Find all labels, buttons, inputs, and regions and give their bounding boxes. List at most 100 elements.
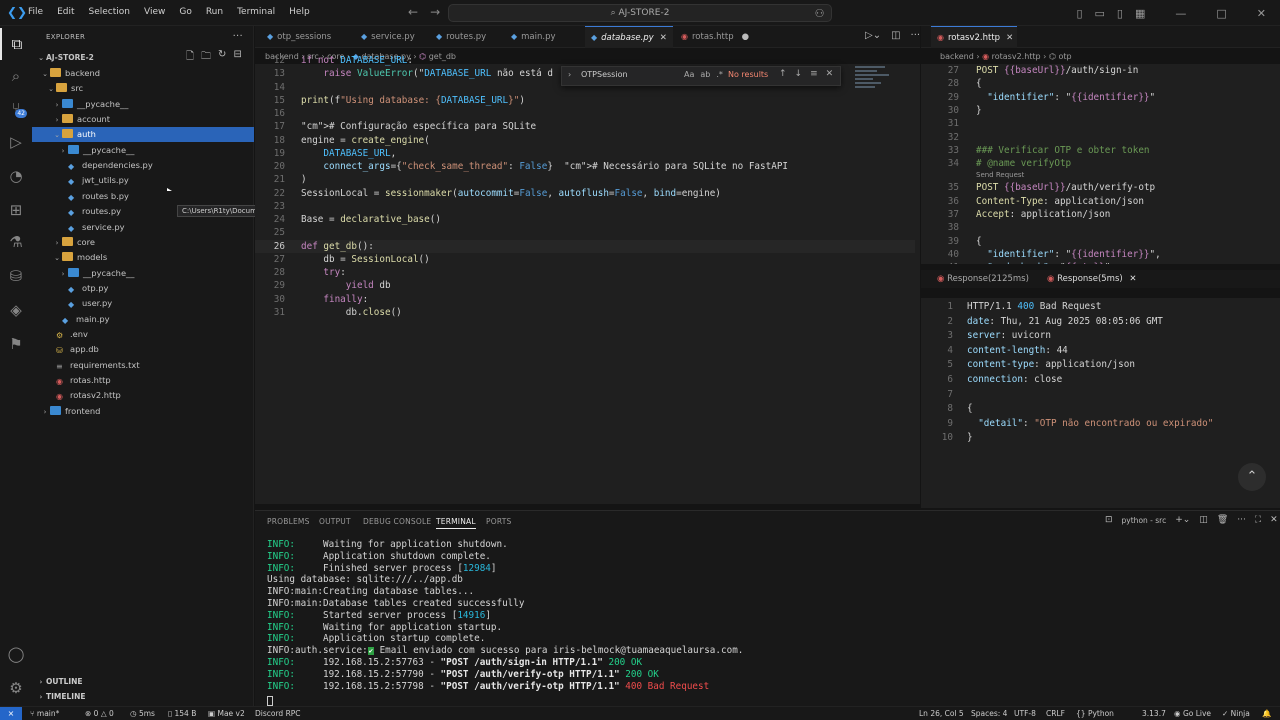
python-version-status[interactable]: 3.13.7 [1142, 707, 1166, 720]
http-line[interactable]: 32 [921, 131, 1280, 144]
eol-status[interactable]: CRLF [1046, 707, 1065, 720]
tree-folder[interactable]: › __pycache__ [32, 143, 254, 158]
branch-status[interactable]: ⑂ main* [30, 707, 59, 720]
run-debug-icon[interactable]: ▷ [0, 126, 32, 158]
outline-section[interactable]: › OUTLINE [32, 674, 254, 689]
tree-file[interactable]: ◆ otp.py [32, 281, 254, 296]
terminal-name[interactable]: python - src [1122, 516, 1167, 525]
remote-indicator-icon[interactable]: ⨯ [0, 707, 22, 720]
timing-status[interactable]: ◷ 5ms [130, 707, 155, 720]
split-terminal-icon[interactable]: ◫ [1199, 515, 1208, 525]
copilot-icon[interactable]: ⚇ [815, 7, 825, 20]
match-word-icon[interactable]: ab [700, 70, 710, 79]
menu-terminal[interactable]: Terminal [237, 7, 275, 17]
account-icon[interactable]: ◯ [0, 638, 32, 670]
tree-folder[interactable]: › __pycache__ [32, 97, 254, 112]
editor-tab[interactable]: ◆ service.py [355, 26, 427, 48]
tree-file[interactable]: ◉ rotas.http [32, 373, 254, 388]
tree-file[interactable]: ◆ user.py [32, 296, 254, 311]
menu-help[interactable]: Help [289, 7, 310, 17]
more-actions-icon[interactable]: ··· [1237, 515, 1246, 525]
http-line[interactable]: 30} [921, 104, 1280, 117]
forward-arrow-icon[interactable]: → [430, 5, 440, 19]
go-live-button[interactable]: ◉ Go Live [1174, 707, 1211, 720]
tree-folder[interactable]: ⌄ src [32, 81, 254, 96]
scroll-to-top-button[interactable]: ⌃ [1238, 463, 1266, 491]
problems-status[interactable]: ⊗ 0 △ 0 [85, 707, 114, 720]
collapse-all-icon[interactable]: ⊟ [233, 49, 241, 66]
http-line[interactable]: 38 [921, 221, 1280, 234]
editor-tab[interactable]: ◆ database.py ✕ [585, 26, 673, 48]
tab-rotasv2-http[interactable]: ◉ rotasv2.http ✕ [931, 26, 1017, 48]
http-line[interactable]: 41 "code_hash": "{{otp}}" [921, 261, 1280, 264]
http-response-view[interactable]: 1 HTTP/1.1 400 Bad Request 2 date: Thu, 21 … [921, 298, 1280, 508]
minimize-icon[interactable]: — [1175, 7, 1186, 20]
tree-file[interactable]: ≡ requirements.txt [32, 358, 254, 373]
chevron-right-icon[interactable]: › [568, 70, 571, 79]
close-icon[interactable]: ✕ [1270, 515, 1278, 525]
close-icon[interactable]: ✕ [1006, 33, 1013, 43]
customize-layout-icon[interactable]: ▦ [1135, 7, 1145, 20]
code-line[interactable]: 15 print(f"Using database: {DATABASE_URL}… [255, 94, 915, 107]
code-line[interactable]: 29 yield db [255, 279, 915, 292]
code-line[interactable]: 24 Base = declarative_base() [255, 213, 915, 226]
back-arrow-icon[interactable]: ← [408, 5, 418, 19]
tree-file[interactable]: ◆ routes b.py [32, 189, 254, 204]
run-file-icon[interactable]: ▷⌄ [865, 30, 881, 41]
tab-response-2[interactable]: ◉ Response(5ms) ✕ [1047, 270, 1137, 288]
http-line[interactable]: 35 POST {{baseUrl}}/auth/verify-otp [921, 181, 1280, 194]
match-case-icon[interactable]: Aa [684, 70, 694, 79]
menu-edit[interactable]: Edit [57, 7, 74, 17]
tab-output[interactable]: OUTPUT [319, 517, 351, 526]
indentation-status[interactable]: Spaces: 4 [971, 707, 1007, 720]
code-line[interactable]: 30 finally: [255, 293, 915, 306]
find-in-selection-icon[interactable]: ≡ [810, 69, 818, 79]
editor-tab[interactable]: ◆ main.py [505, 26, 581, 48]
command-center-search[interactable]: ⌕ AJ-STORE-2 [448, 4, 832, 22]
language-status[interactable]: {} Python [1076, 707, 1114, 720]
previous-match-icon[interactable]: ↑ [779, 69, 787, 79]
editor-tab[interactable]: ◆ otp_sessions [261, 26, 351, 48]
timeline-section[interactable]: › TIMELINE [32, 689, 254, 704]
http-line[interactable]: 29 "identifier": "{{identifier}}" [921, 91, 1280, 104]
tree-file[interactable]: ◉ rotasv2.http [32, 388, 254, 403]
tree-folder[interactable]: › core [32, 235, 254, 250]
tab-problems[interactable]: PROBLEMS [267, 517, 310, 526]
close-icon[interactable]: ✕ [660, 33, 667, 43]
menu-go[interactable]: Go [179, 7, 191, 17]
search-icon[interactable]: ⌕ [0, 60, 32, 92]
cursor-position[interactable]: Ln 26, Col 5 [919, 707, 964, 720]
extensions-icon[interactable]: ⊞ [0, 194, 32, 226]
breadcrumb-item[interactable]: otp [1058, 52, 1071, 61]
toggle-sidebar-icon[interactable]: ▯ [1076, 7, 1082, 20]
settings-gear-icon[interactable]: ⚙ [0, 672, 32, 704]
refresh-icon[interactable]: ↻ [218, 49, 226, 66]
more-actions-icon[interactable]: ··· [233, 26, 243, 48]
ninja-status[interactable]: ✓ Ninja [1222, 707, 1250, 720]
tab-debug-console[interactable]: DEBUG CONSOLE [363, 517, 431, 526]
menu-view[interactable]: View [144, 7, 165, 17]
tab-response-1[interactable]: ◉ Response(2125ms) [937, 270, 1029, 288]
code-editor[interactable]: 12 if not DATABASE_URL: 13 raise ValueErro… [255, 55, 920, 504]
send-request-codelens[interactable]: Send Request [976, 171, 1024, 179]
http-line[interactable]: 39 { [921, 235, 1280, 248]
http-line[interactable]: 31 [921, 117, 1280, 130]
tree-folder[interactable]: ⌄ auth [32, 127, 254, 143]
http-line[interactable]: 27 POST {{baseUrl}}/auth/sign-in [921, 64, 1280, 77]
kill-terminal-icon[interactable]: 🗑 [1217, 515, 1228, 525]
close-icon[interactable]: ✕ [1129, 274, 1136, 284]
tree-folder[interactable]: › __pycache__ [32, 266, 254, 281]
code-line[interactable]: 21) [255, 173, 915, 186]
maximize-panel-icon[interactable]: ⛶ [1255, 515, 1261, 525]
remote-explorer-icon[interactable]: ◔ [0, 160, 32, 192]
tree-folder[interactable]: ⌄ backend [32, 66, 254, 81]
new-folder-icon[interactable]: 🗀 [201, 49, 211, 66]
breadcrumb-item[interactable]: backend [940, 52, 974, 61]
explorer-icon[interactable]: ⧉ [0, 28, 32, 60]
http-editor[interactable]: 27 POST {{baseUrl}}/auth/sign-in 28 {29 "id… [921, 64, 1280, 264]
size-status[interactable]: ▯ 154 B [168, 707, 196, 720]
code-line[interactable]: 18 engine = create_engine( [255, 134, 915, 147]
tree-file[interactable]: ◆ main.py [32, 312, 254, 327]
code-line[interactable]: 25 [255, 226, 915, 239]
code-line[interactable]: 28 try: [255, 266, 915, 279]
